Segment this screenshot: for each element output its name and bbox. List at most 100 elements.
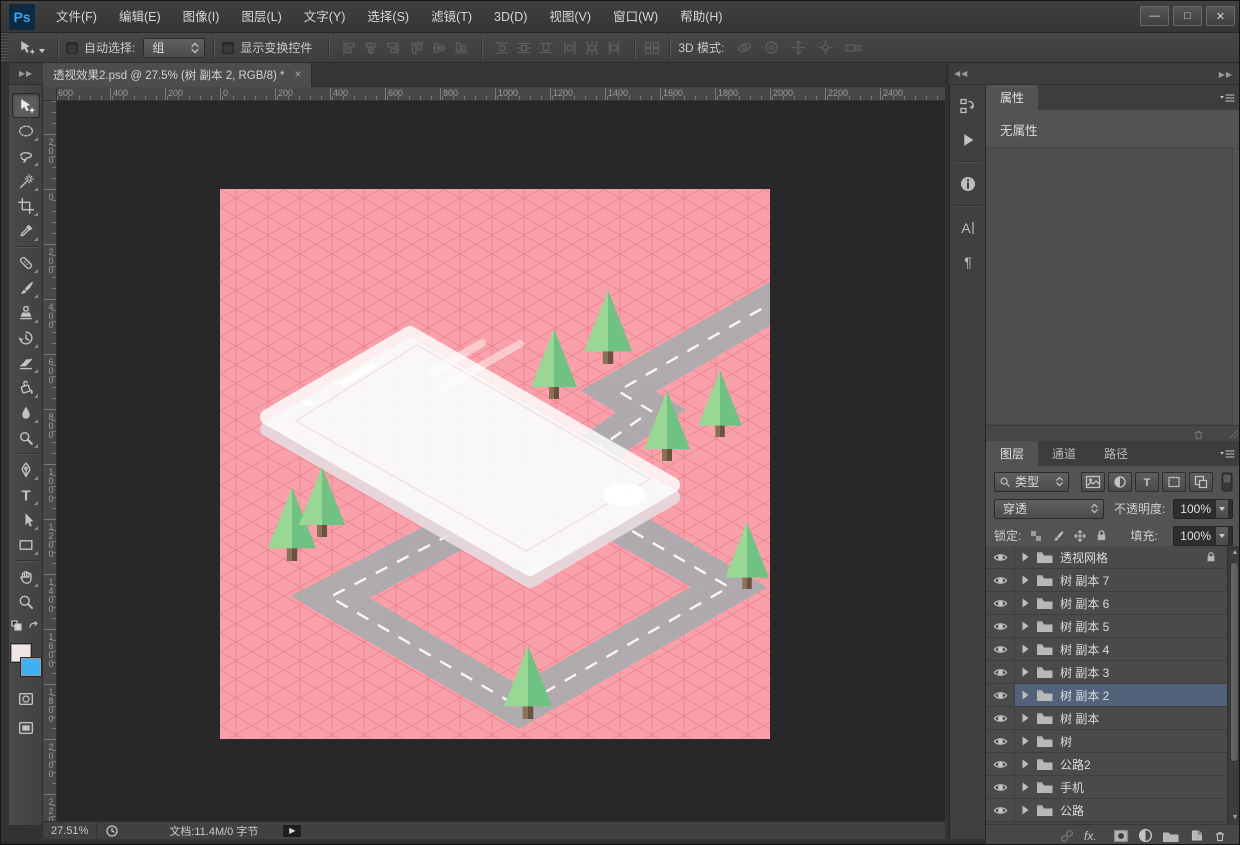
history-panel-button[interactable] xyxy=(951,90,984,122)
opacity-dropdown-button[interactable] xyxy=(1215,500,1228,518)
lock-transparency-icon[interactable] xyxy=(1029,529,1043,543)
3d-pan-icon[interactable] xyxy=(790,39,807,56)
distribute-left-icon[interactable] xyxy=(562,40,578,56)
filter-toggle-switch[interactable] xyxy=(1221,472,1233,492)
align-left-edges-icon[interactable] xyxy=(341,40,357,56)
expand-triangle-icon[interactable] xyxy=(1021,805,1030,815)
expand-triangle-icon[interactable] xyxy=(1021,690,1030,700)
menu-item[interactable]: 窗口(W) xyxy=(602,1,669,33)
layer-visibility-toggle[interactable] xyxy=(986,615,1015,637)
type-tool[interactable]: T xyxy=(12,482,40,507)
layer-row[interactable]: 树 副本 3 xyxy=(986,661,1227,684)
auto-select-dropdown[interactable]: 组 xyxy=(143,38,205,58)
layer-visibility-toggle[interactable] xyxy=(986,569,1015,591)
fill-field[interactable]: 100% xyxy=(1173,526,1233,546)
layer-visibility-toggle[interactable] xyxy=(986,661,1015,683)
info-panel-button[interactable] xyxy=(951,168,984,200)
expand-triangle-icon[interactable] xyxy=(1021,759,1030,769)
filter-shape-layers-button[interactable] xyxy=(1162,472,1186,492)
lock-position-icon[interactable] xyxy=(1073,529,1087,543)
3d-roll-icon[interactable] xyxy=(763,39,780,56)
filter-pixel-layers-button[interactable] xyxy=(1081,472,1105,492)
move-tool-preset-icon[interactable] xyxy=(17,39,35,57)
elliptical-marquee-tool[interactable] xyxy=(12,118,40,143)
expand-triangle-icon[interactable] xyxy=(1021,667,1030,677)
layer-visibility-toggle[interactable] xyxy=(986,592,1015,614)
menu-item[interactable]: 视图(V) xyxy=(538,1,602,33)
layer-styles-icon[interactable]: fx. xyxy=(1084,829,1104,843)
layer-list-scrollbar[interactable]: ▲ ▼ xyxy=(1227,546,1240,824)
layer-visibility-toggle[interactable] xyxy=(986,684,1015,706)
distribute-top-icon[interactable] xyxy=(494,40,510,56)
menu-item[interactable]: 编辑(E) xyxy=(108,1,172,33)
toolbar-collapse-button[interactable]: ▶▶ xyxy=(9,63,43,85)
delete-icon[interactable] xyxy=(1192,428,1205,441)
layer-row[interactable]: 树 xyxy=(986,730,1227,753)
distribute-v-centers-icon[interactable] xyxy=(516,40,532,56)
eraser-tool[interactable] xyxy=(12,350,40,375)
scrollbar-thumb[interactable] xyxy=(1230,562,1239,762)
scroll-up-arrow[interactable]: ▲ xyxy=(1228,546,1240,559)
show-transform-checkbox[interactable] xyxy=(222,42,234,54)
layer-visibility-toggle[interactable] xyxy=(986,776,1015,798)
horizontal-ruler[interactable]: 6004002000200400600800100012001400160018… xyxy=(57,87,945,101)
blend-mode-dropdown[interactable]: 穿透 xyxy=(994,499,1104,519)
panel-menu-icon[interactable] xyxy=(1219,449,1235,461)
layer-visibility-toggle[interactable] xyxy=(986,546,1015,568)
resize-grip[interactable] xyxy=(1229,429,1239,439)
layer-visibility-toggle[interactable] xyxy=(986,753,1015,775)
options-grip[interactable] xyxy=(1,33,9,62)
lasso-tool[interactable] xyxy=(12,143,40,168)
filter-type-dropdown[interactable]: 类型 xyxy=(994,472,1069,492)
quick-mask-button[interactable] xyxy=(12,686,40,711)
blur-tool[interactable] xyxy=(12,400,40,425)
filter-smart-objects-button[interactable] xyxy=(1189,472,1213,492)
expand-triangle-icon[interactable] xyxy=(1021,552,1030,562)
paragraph-panel-button[interactable]: ¶ xyxy=(951,246,984,278)
menu-item[interactable]: 帮助(H) xyxy=(669,1,733,33)
path-selection-tool[interactable] xyxy=(12,507,40,532)
hand-tool[interactable] xyxy=(12,564,40,589)
layer-row[interactable]: 树 副本 xyxy=(986,707,1227,730)
layer-visibility-toggle[interactable] xyxy=(986,638,1015,660)
filter-adjustment-layers-button[interactable] xyxy=(1108,472,1132,492)
layers-panel-tab[interactable]: 图层 xyxy=(986,441,1038,466)
move-tool[interactable] xyxy=(12,93,40,118)
adjustment-layer-icon[interactable] xyxy=(1138,828,1153,843)
tab-properties[interactable]: 属性 xyxy=(986,85,1038,110)
maximize-button[interactable]: □ xyxy=(1173,6,1202,26)
fill-dropdown-button[interactable] xyxy=(1215,527,1228,545)
pen-tool[interactable] xyxy=(12,457,40,482)
add-mask-icon[interactable] xyxy=(1113,829,1129,843)
zoom-tool[interactable] xyxy=(12,589,40,614)
layer-visibility-toggle[interactable] xyxy=(986,707,1015,729)
menu-item[interactable]: 3D(D) xyxy=(483,1,538,33)
layer-row[interactable]: 树 副本 4 xyxy=(986,638,1227,661)
align-v-centers-icon[interactable] xyxy=(431,40,447,56)
zoom-level-field[interactable]: 27.51% xyxy=(43,822,97,839)
distribute-bottom-icon[interactable] xyxy=(538,40,554,56)
paint-bucket-tool[interactable] xyxy=(12,375,40,400)
screen-mode-button[interactable] xyxy=(12,715,40,740)
auto-select-checkbox[interactable] xyxy=(66,42,78,54)
align-h-centers-icon[interactable] xyxy=(363,40,379,56)
ruler-origin-corner[interactable] xyxy=(43,87,57,101)
character-panel-button[interactable]: A xyxy=(951,212,984,244)
document-canvas[interactable] xyxy=(220,189,770,739)
menu-item[interactable]: 选择(S) xyxy=(356,1,420,33)
expand-triangle-icon[interactable] xyxy=(1021,575,1030,585)
lock-all-icon[interactable] xyxy=(1095,529,1108,542)
actions-panel-button[interactable] xyxy=(951,124,984,156)
background-color-swatch[interactable] xyxy=(21,658,41,676)
expand-triangle-icon[interactable] xyxy=(1021,621,1030,631)
clone-stamp-tool[interactable] xyxy=(12,300,40,325)
layer-row[interactable]: 树 副本 7 xyxy=(986,569,1227,592)
crop-tool[interactable] xyxy=(12,193,40,218)
menu-item[interactable]: 图像(I) xyxy=(172,1,231,33)
expand-triangle-icon[interactable] xyxy=(1021,782,1030,792)
minimize-button[interactable]: — xyxy=(1140,6,1169,26)
menu-item[interactable]: 滤镜(T) xyxy=(420,1,483,33)
opacity-field[interactable]: 100% xyxy=(1173,499,1233,519)
preset-dropdown-arrow[interactable] xyxy=(39,49,45,53)
distribute-right-icon[interactable] xyxy=(606,40,622,56)
